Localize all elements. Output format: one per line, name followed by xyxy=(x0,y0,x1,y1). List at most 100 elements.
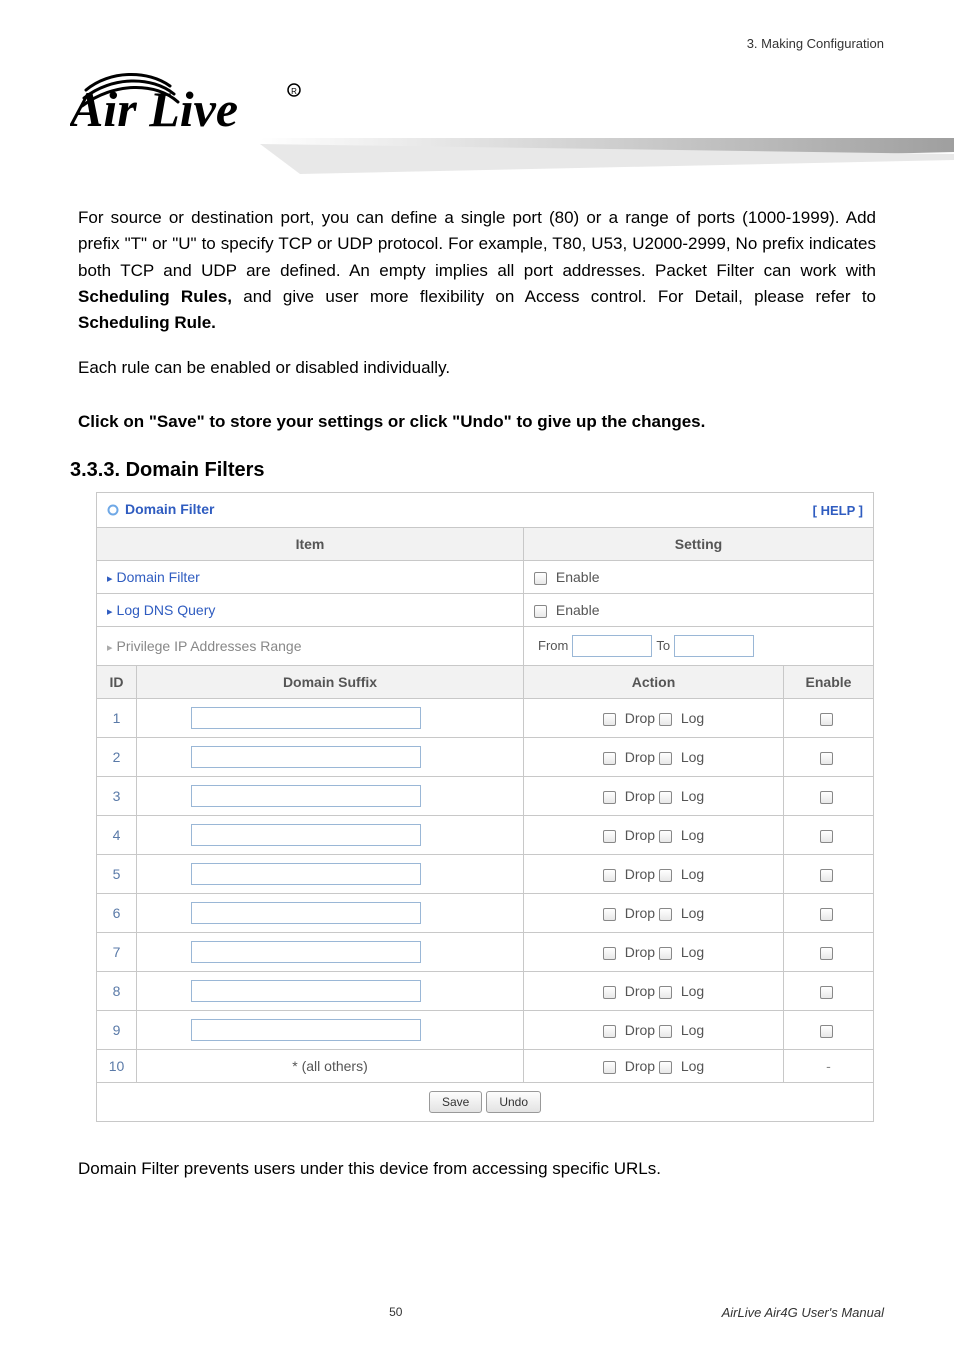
log-checkbox[interactable] xyxy=(659,830,672,843)
log-label: Log xyxy=(677,710,704,726)
suffix-input[interactable] xyxy=(191,746,421,768)
paragraph-save-hint: Click on "Save" to store your settings o… xyxy=(70,409,884,435)
drop-label: Drop xyxy=(621,866,659,882)
suffix-input[interactable] xyxy=(191,707,421,729)
setting-label: ▸Privilege IP Addresses Range xyxy=(97,626,524,665)
drop-checkbox[interactable] xyxy=(603,830,616,843)
svg-text:Air Live: Air Live xyxy=(70,81,238,130)
suffix-input[interactable] xyxy=(191,1019,421,1041)
log-checkbox[interactable] xyxy=(659,947,672,960)
drop-checkbox[interactable] xyxy=(603,986,616,999)
help-link[interactable]: [ HELP ] xyxy=(813,503,863,518)
domain-filter-table: Domain Filter [ HELP ] Item Setting ▸Dom… xyxy=(96,492,874,1121)
drop-label: Drop xyxy=(621,983,659,999)
row-id: 1 xyxy=(97,698,137,737)
header-breadcrumb: 3. Making Configuration xyxy=(747,36,884,51)
drop-label: Drop xyxy=(621,749,659,765)
to-input[interactable] xyxy=(674,635,754,657)
setting-label: ▸Log DNS Query xyxy=(97,593,524,626)
col-head-suffix: Domain Suffix xyxy=(137,665,524,698)
enable-static: - xyxy=(784,1049,874,1082)
log-label: Log xyxy=(677,1058,704,1074)
log-checkbox[interactable] xyxy=(659,1061,672,1074)
drop-label: Drop xyxy=(621,827,659,843)
brand-logo: Air Live R xyxy=(70,44,884,135)
header-divider xyxy=(0,138,954,178)
drop-label: Drop xyxy=(621,788,659,804)
suffix-input[interactable] xyxy=(191,980,421,1002)
col-head-action: Action xyxy=(524,665,784,698)
drop-label: Drop xyxy=(621,1058,659,1074)
from-label: From xyxy=(538,638,568,653)
row-id: 4 xyxy=(97,815,137,854)
log-checkbox[interactable] xyxy=(659,713,672,726)
row-enable-checkbox[interactable] xyxy=(820,791,833,804)
log-label: Log xyxy=(677,983,704,999)
row-id: 7 xyxy=(97,932,137,971)
paragraph-1: For source or destination port, you can … xyxy=(70,205,884,337)
enable-checkbox[interactable] xyxy=(534,572,547,585)
row-enable-checkbox[interactable] xyxy=(820,752,833,765)
log-label: Log xyxy=(677,749,704,765)
drop-checkbox[interactable] xyxy=(603,752,616,765)
drop-checkbox[interactable] xyxy=(603,1025,616,1038)
section-heading: 3.3.3. Domain Filters xyxy=(70,459,884,482)
row-enable-checkbox[interactable] xyxy=(820,947,833,960)
enable-checkbox[interactable] xyxy=(534,605,547,618)
enable-label: Enable xyxy=(552,602,599,618)
to-label: To xyxy=(656,638,670,653)
log-label: Log xyxy=(677,788,704,804)
paragraph-2: Each rule can be enabled or disabled ind… xyxy=(70,355,884,381)
row-enable-checkbox[interactable] xyxy=(820,908,833,921)
drop-checkbox[interactable] xyxy=(603,908,616,921)
drop-checkbox[interactable] xyxy=(603,947,616,960)
setting-label: ▸Domain Filter xyxy=(97,560,524,593)
log-label: Log xyxy=(677,1022,704,1038)
log-label: Log xyxy=(677,905,704,921)
table-title: Domain Filter xyxy=(107,501,214,517)
manual-title: AirLive Air4G User's Manual xyxy=(722,1305,884,1320)
row-enable-checkbox[interactable] xyxy=(820,986,833,999)
from-input[interactable] xyxy=(572,635,652,657)
log-checkbox[interactable] xyxy=(659,1025,672,1038)
log-checkbox[interactable] xyxy=(659,791,672,804)
drop-label: Drop xyxy=(621,1022,659,1038)
undo-button[interactable]: Undo xyxy=(486,1091,541,1113)
suffix-input[interactable] xyxy=(191,785,421,807)
row-id: 2 xyxy=(97,737,137,776)
row-enable-checkbox[interactable] xyxy=(820,869,833,882)
drop-label: Drop xyxy=(621,905,659,921)
log-checkbox[interactable] xyxy=(659,869,672,882)
save-button[interactable]: Save xyxy=(429,1091,482,1113)
row-id: 5 xyxy=(97,854,137,893)
log-label: Log xyxy=(677,944,704,960)
row-id: 3 xyxy=(97,776,137,815)
paragraph-bottom: Domain Filter prevents users under this … xyxy=(70,1156,884,1182)
log-checkbox[interactable] xyxy=(659,986,672,999)
suffix-static: * (all others) xyxy=(137,1049,524,1082)
drop-checkbox[interactable] xyxy=(603,1061,616,1074)
drop-checkbox[interactable] xyxy=(603,791,616,804)
drop-checkbox[interactable] xyxy=(603,713,616,726)
col-head-item: Item xyxy=(97,527,524,560)
log-checkbox[interactable] xyxy=(659,752,672,765)
log-label: Log xyxy=(677,866,704,882)
row-enable-checkbox[interactable] xyxy=(820,1025,833,1038)
col-head-setting: Setting xyxy=(524,527,874,560)
row-enable-checkbox[interactable] xyxy=(820,830,833,843)
page-number: 50 xyxy=(70,1305,722,1320)
drop-label: Drop xyxy=(621,710,659,726)
suffix-input[interactable] xyxy=(191,902,421,924)
suffix-input[interactable] xyxy=(191,824,421,846)
row-id: 10 xyxy=(97,1049,137,1082)
log-label: Log xyxy=(677,827,704,843)
svg-text:R: R xyxy=(291,87,297,96)
suffix-input[interactable] xyxy=(191,863,421,885)
suffix-input[interactable] xyxy=(191,941,421,963)
row-id: 8 xyxy=(97,971,137,1010)
enable-label: Enable xyxy=(552,569,599,585)
row-id: 9 xyxy=(97,1010,137,1049)
drop-checkbox[interactable] xyxy=(603,869,616,882)
row-enable-checkbox[interactable] xyxy=(820,713,833,726)
log-checkbox[interactable] xyxy=(659,908,672,921)
